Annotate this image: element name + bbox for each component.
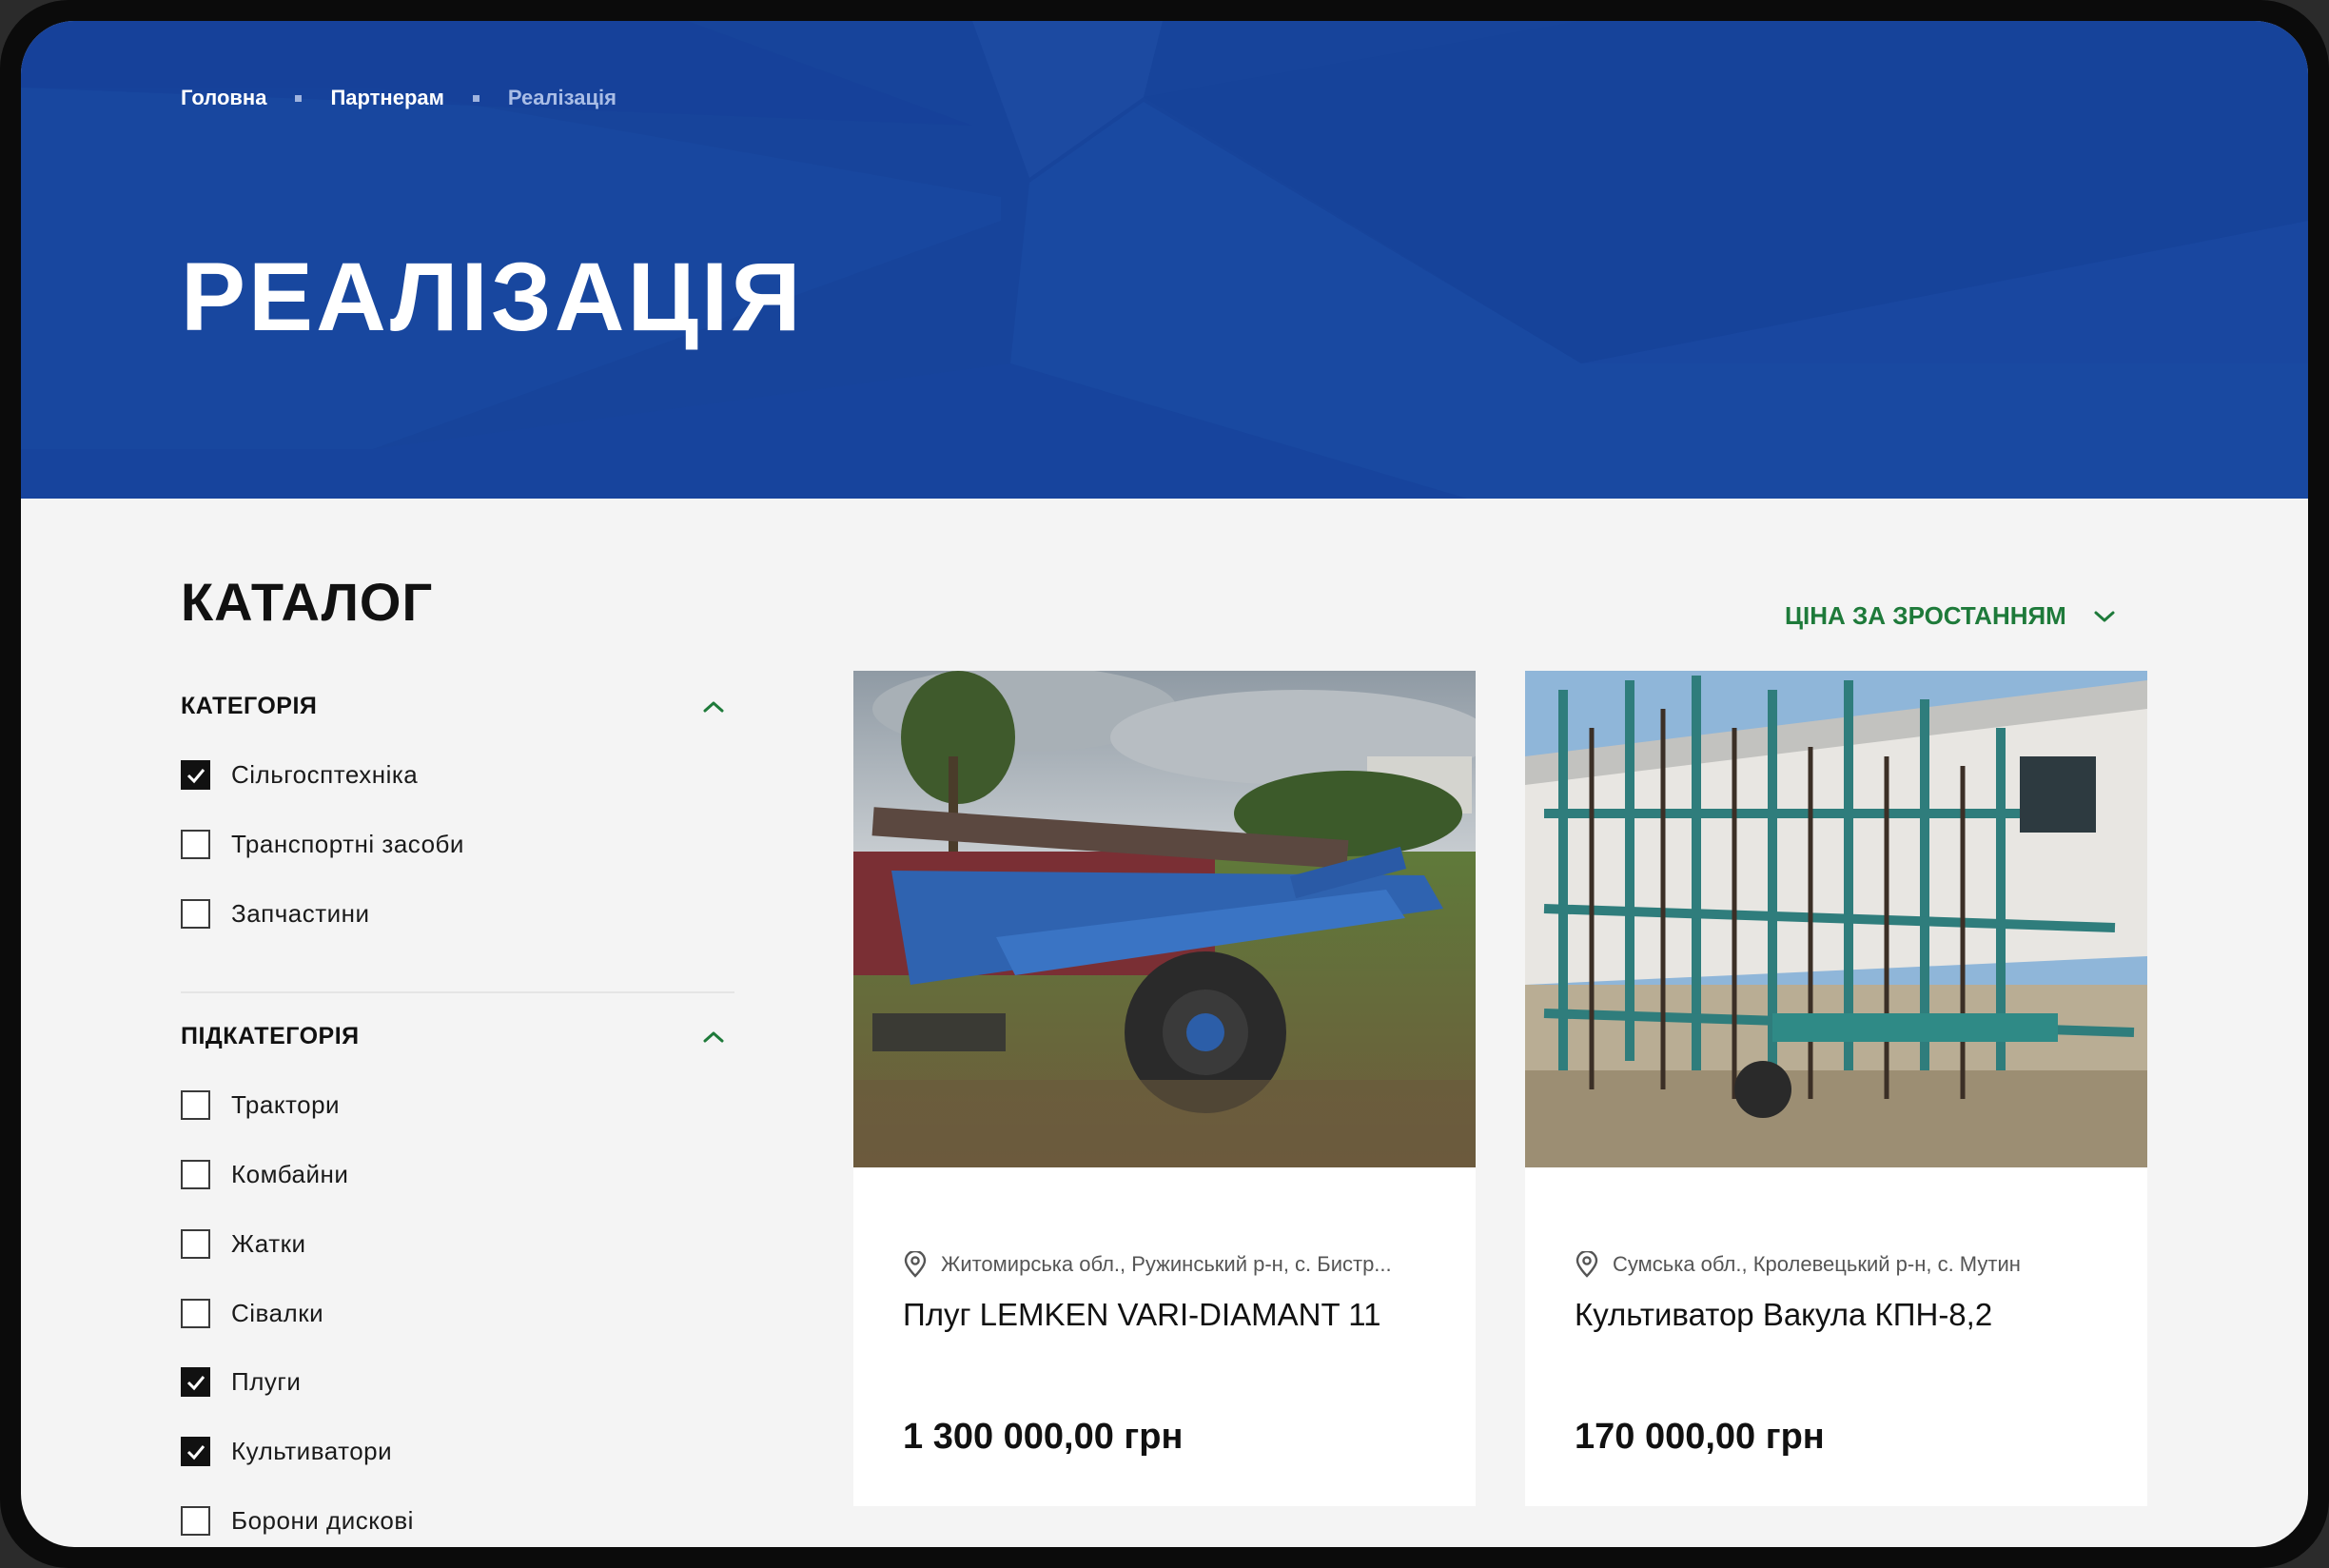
checkbox[interactable] <box>181 830 210 859</box>
checkbox[interactable] <box>181 1229 210 1259</box>
subcategory-filter-header[interactable]: ПІДКАТЕГОРІЯ <box>181 1023 734 1050</box>
checkbox[interactable] <box>181 899 210 929</box>
screen: Головна Партнерам Реалізація РЕАЛІЗАЦІЯ … <box>21 21 2308 1547</box>
filter-option-tractors[interactable]: Трактори <box>181 1090 340 1120</box>
filter-option-spare-parts[interactable]: Запчастини <box>181 899 370 929</box>
filter-option-ploughs[interactable]: Плуги <box>181 1367 301 1397</box>
filter-option-seeders[interactable]: Сівалки <box>181 1299 323 1328</box>
catalog-title: КАТАЛОГ <box>181 572 434 632</box>
filter-option-headers[interactable]: Жатки <box>181 1229 306 1259</box>
filter-option-agri-machinery[interactable]: Сільгосптехніка <box>181 760 418 790</box>
sort-dropdown[interactable]: ЦІНА ЗА ЗРОСТАННЯМ <box>1785 601 2116 631</box>
hero-banner: Головна Партнерам Реалізація РЕАЛІЗАЦІЯ <box>21 21 2308 499</box>
product-card[interactable]: Сумська обл., Кролевецький р-н, с. Мутин… <box>1525 671 2147 1506</box>
checkmark-icon <box>186 1444 205 1460</box>
filter-option-label: Борони дискові <box>231 1506 414 1535</box>
breadcrumb-separator <box>295 94 303 102</box>
chevron-up-icon[interactable] <box>702 699 725 715</box>
filter-divider <box>181 991 734 993</box>
product-location: Житомирська обл., Ружинський р-н, с. Бис… <box>903 1251 1392 1278</box>
filter-option-label: Трактори <box>231 1090 341 1119</box>
chevron-up-icon[interactable] <box>702 1029 725 1045</box>
filter-option-label: Комбайни <box>231 1160 349 1188</box>
product-location-text: Сумська обл., Кролевецький р-н, с. Мутин <box>1613 1252 2021 1276</box>
checkmark-icon <box>186 1375 205 1390</box>
checkbox-checked[interactable] <box>181 760 210 790</box>
filter-option-cultivators[interactable]: Культиватори <box>181 1437 392 1466</box>
product-name[interactable]: Плуг LEMKEN VARI-DIAMANT 11 <box>903 1297 1380 1333</box>
product-location-text: Житомирська обл., Ружинський р-н, с. Бис… <box>941 1252 1392 1276</box>
product-card[interactable]: Житомирська обл., Ружинський р-н, с. Бис… <box>853 671 1476 1506</box>
breadcrumb-current: Реалізація <box>507 86 616 109</box>
checkbox[interactable] <box>181 1160 210 1189</box>
category-filter-header[interactable]: КАТЕГОРІЯ <box>181 693 734 720</box>
breadcrumb-separator <box>472 94 480 102</box>
product-photo[interactable] <box>853 671 1476 1167</box>
checkbox-checked[interactable] <box>181 1437 210 1466</box>
checkbox[interactable] <box>181 1090 210 1120</box>
category-filter-title: КАТЕГОРІЯ <box>181 693 318 719</box>
product-name[interactable]: Культиватор Вакула КПН-8,2 <box>1575 1297 1992 1333</box>
filter-option-label: Плуги <box>231 1367 302 1396</box>
product-price: 170 000,00 грн <box>1575 1417 1825 1457</box>
breadcrumb-partners[interactable]: Партнерам <box>330 86 443 110</box>
filter-option-label: Транспортні засоби <box>231 830 464 858</box>
product-price: 1 300 000,00 грн <box>903 1417 1184 1457</box>
product-location: Сумська обл., Кролевецький р-н, с. Мутин <box>1575 1251 2021 1278</box>
breadcrumb-home[interactable]: Головна <box>181 86 266 110</box>
filter-option-label: Запчастини <box>231 899 370 928</box>
checkbox[interactable] <box>181 1506 210 1536</box>
device-frame: Головна Партнерам Реалізація РЕАЛІЗАЦІЯ … <box>0 0 2329 1568</box>
breadcrumb: Головна Партнерам Реалізація <box>181 86 616 110</box>
filter-option-label: Жатки <box>231 1229 306 1258</box>
product-photo[interactable] <box>1525 671 2147 1167</box>
sort-label: ЦІНА ЗА ЗРОСТАННЯМ <box>1785 601 2066 630</box>
chevron-down-icon <box>2094 611 2115 621</box>
filter-option-disc-harrows[interactable]: Борони дискові <box>181 1506 414 1536</box>
filter-option-vehicles[interactable]: Транспортні засоби <box>181 830 464 859</box>
filter-option-label: Культиватори <box>231 1437 393 1465</box>
location-pin-icon <box>904 1251 927 1278</box>
filter-option-label: Сівалки <box>231 1299 324 1327</box>
checkbox-checked[interactable] <box>181 1367 210 1397</box>
subcategory-filter-title: ПІДКАТЕГОРІЯ <box>181 1023 360 1049</box>
filter-option-combines[interactable]: Комбайни <box>181 1160 348 1189</box>
page-title: РЕАЛІЗАЦІЯ <box>181 243 804 351</box>
filter-option-label: Сільгосптехніка <box>231 760 419 789</box>
checkmark-icon <box>186 768 205 783</box>
checkbox[interactable] <box>181 1299 210 1328</box>
location-pin-icon <box>1576 1251 1598 1278</box>
